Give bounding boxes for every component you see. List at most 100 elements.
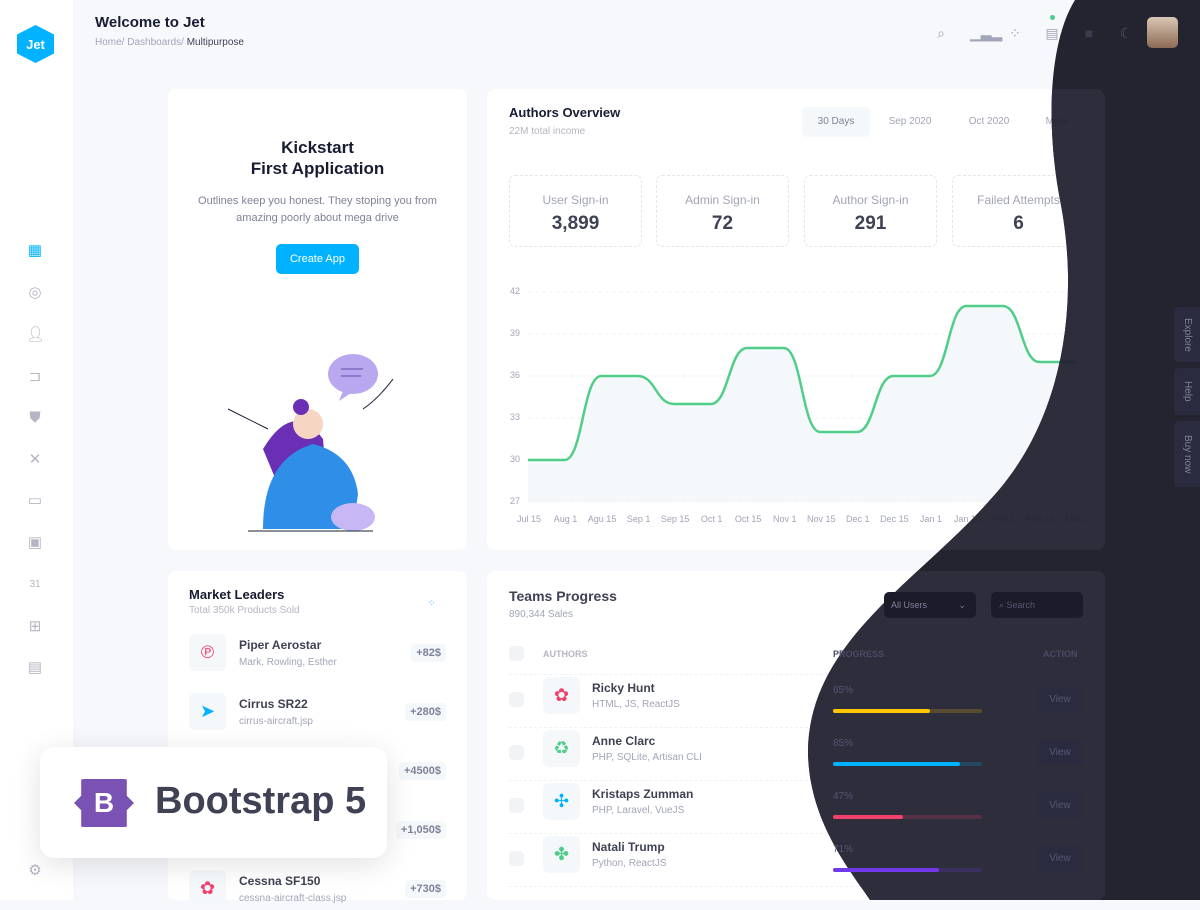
- progress-bar: [833, 762, 982, 766]
- col-progress: PROGRESS: [833, 649, 885, 659]
- select-all-checkbox[interactable]: [509, 646, 524, 661]
- table-header: AUTHORS PROGRESS ACTION: [509, 640, 1084, 675]
- market-title: Market Leaders: [189, 587, 285, 602]
- row-checkbox[interactable]: [509, 745, 524, 760]
- col-action: ACTION: [1043, 649, 1078, 659]
- x-tick-label: Sep 1: [626, 514, 651, 524]
- author-skills: PHP, Laravel, VueJS: [592, 805, 685, 816]
- x-tick-label: Aug 1: [553, 514, 578, 524]
- progress-fill: [833, 868, 939, 872]
- bootstrap-promo-badge: B Bootstrap 5: [40, 747, 387, 858]
- row-checkbox[interactable]: [509, 798, 524, 813]
- x-tick-label: Oct 1: [700, 514, 723, 524]
- x-tick-label: Mar 1: [1065, 514, 1089, 524]
- list-item[interactable]: ✿ Cessna SF150 cessna-aircraft-class.jsp +7…: [189, 870, 446, 910]
- flower-icon: ✿: [189, 870, 226, 907]
- table-row: ✣ Kristaps Zumman PHP, Laravel, VueJS: [509, 781, 1084, 834]
- progress-bar: [833, 815, 982, 819]
- pinwheel-icon: ✣: [543, 783, 580, 820]
- teams-subtitle: 890,344 Sales: [509, 609, 573, 620]
- item-sub: Mark, Rowling, Esther: [239, 657, 337, 668]
- moon-icon[interactable]: ☾: [1117, 24, 1135, 42]
- row-checkbox[interactable]: [509, 851, 524, 866]
- view-button[interactable]: View: [1037, 740, 1083, 765]
- progress-label: 65%: [833, 685, 854, 696]
- y-tick-label: 36: [510, 370, 521, 380]
- users-filter-select[interactable]: All Users ⌄: [884, 592, 976, 618]
- author-skills: Python, ReactJS: [592, 858, 667, 869]
- bootstrap-logo: B: [74, 779, 134, 827]
- item-sub: cirrus-aircraft.jsp: [239, 716, 313, 727]
- item-name: Cessna SF150: [239, 874, 321, 888]
- calendar-icon[interactable]: 31: [26, 576, 44, 594]
- progress-label: 47%: [833, 791, 854, 802]
- item-value: +82$: [411, 644, 446, 662]
- grid-icon[interactable]: ■: [1080, 24, 1098, 42]
- teams-title: Teams Progress: [509, 588, 617, 604]
- menu-dots-icon[interactable]: ⁘: [428, 598, 436, 609]
- help-tab[interactable]: Help: [1174, 368, 1200, 415]
- layout-icon[interactable]: ▤: [26, 659, 44, 677]
- piper-icon: ℗: [189, 634, 226, 671]
- list-item[interactable]: ➤ Cirrus SR22 cirrus-aircraft.jsp +280$: [189, 693, 446, 733]
- x-tick-label: Feb 1: [992, 514, 1016, 524]
- avatar[interactable]: [1147, 17, 1178, 48]
- paper-plane-icon: ➤: [189, 693, 226, 730]
- x-tick-label: Jul 15: [516, 514, 542, 524]
- filter-value: All Users: [891, 600, 928, 610]
- item-sub: cessna-aircraft-class.jsp: [239, 893, 347, 904]
- item-value: +730$: [405, 880, 446, 898]
- search-icon: ⌕: [999, 600, 1007, 610]
- gift-icon[interactable]: ⊞: [26, 618, 44, 636]
- author-skills: PHP, SQLite, Artisan CLI: [592, 752, 702, 763]
- explore-tab[interactable]: Explore: [1174, 307, 1200, 362]
- author-name[interactable]: Anne Clarc: [592, 734, 655, 748]
- table-row: ✤ Natali Trump Python, ReactJS: [509, 834, 1084, 887]
- author-name[interactable]: Ricky Hunt: [592, 681, 655, 695]
- y-tick-label: 39: [510, 328, 521, 338]
- y-tick-label: 30: [510, 454, 521, 464]
- x-tick-label: Dec 1: [846, 514, 870, 524]
- row-checkbox[interactable]: [509, 692, 524, 707]
- view-button[interactable]: View: [1037, 846, 1083, 871]
- item-value: +4500$: [398, 762, 446, 780]
- x-tick-label: Oct 15: [734, 514, 762, 524]
- x-tick-label: Dec 15: [880, 514, 909, 524]
- x-tick-label: Nov 15: [807, 514, 836, 524]
- progress-fill: [833, 815, 904, 819]
- y-tick-label: 27: [510, 496, 521, 506]
- item-value: +280$: [405, 703, 446, 721]
- flower-icon: ✿: [543, 677, 580, 714]
- search-placeholder: Search: [1006, 600, 1036, 610]
- x-tick-label: Jan 15: [953, 514, 981, 524]
- authors-chart: [527, 291, 1076, 503]
- area-fill: [528, 306, 1076, 502]
- x-tick-label: Jan 1: [919, 514, 942, 524]
- chevron-down-icon: ⌄: [958, 600, 966, 610]
- market-subtitle: Total 350k Products Sold: [189, 605, 300, 616]
- view-button[interactable]: View: [1037, 793, 1083, 818]
- progress-label: 85%: [833, 738, 854, 749]
- search-input[interactable]: ⌕ Search: [991, 592, 1083, 618]
- item-name: Cirrus SR22: [239, 697, 308, 711]
- table-row: ♻ Anne Clarc PHP, SQLite, Artisan CLI: [509, 728, 1084, 781]
- gear-icon[interactable]: ⚙: [26, 862, 44, 880]
- x-tick-label: Agu 15: [587, 514, 617, 524]
- x-tick-label: Nov 1: [772, 514, 797, 524]
- progress-fill: [833, 762, 960, 766]
- y-tick-label: 33: [510, 412, 521, 422]
- buy-now-tab[interactable]: Buy now: [1174, 421, 1200, 487]
- col-authors: AUTHORS: [543, 649, 588, 659]
- author-name[interactable]: Natali Trump: [592, 840, 665, 854]
- x-tick-label: Sep 15: [660, 514, 690, 524]
- item-name: Piper Aerostar: [239, 638, 322, 652]
- author-name[interactable]: Kristaps Zumman: [592, 787, 693, 801]
- progress-bar: [833, 868, 982, 872]
- progress-fill: [833, 709, 930, 713]
- list-item[interactable]: ℗ Piper Aerostar Mark, Rowling, Esther +82$: [189, 634, 446, 674]
- progress-bar: [833, 709, 982, 713]
- item-value: +1,050$: [395, 821, 446, 839]
- table-row: ✿ Ricky Hunt HTML, JS, ReactJS: [509, 675, 1084, 728]
- author-skills: HTML, JS, ReactJS: [592, 699, 680, 710]
- view-button[interactable]: View: [1037, 687, 1083, 712]
